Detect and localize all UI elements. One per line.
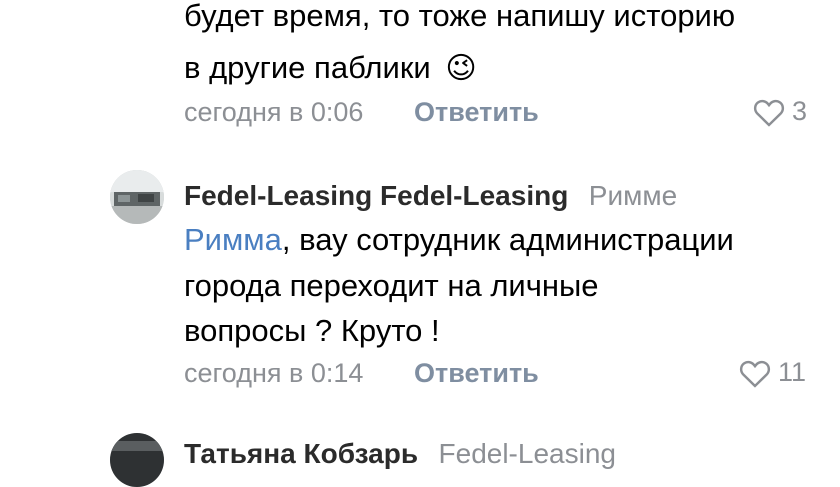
comment-time: сегодня в 0:06	[184, 97, 364, 127]
comment-header: Татьяна Кобзарь Fedel-Leasing	[184, 436, 616, 477]
like-button[interactable]: 11	[738, 357, 806, 388]
comment-text-line: будет время, то тоже напишу историю	[184, 0, 736, 33]
like-count: 3	[792, 96, 808, 126]
avatar[interactable]	[110, 433, 164, 487]
like-count: 11	[778, 357, 807, 387]
reply-button[interactable]: Ответить	[414, 357, 539, 389]
author-name[interactable]: Татьяна Кобзарь	[184, 438, 418, 469]
comment-text-line-2: города переходит на личные	[184, 268, 599, 303]
comment-time: сегодня в 0:14	[184, 358, 364, 388]
like-button[interactable]: 3	[752, 96, 807, 127]
comment-text-line-3: вопросы ? Круто !	[184, 313, 440, 348]
reply-button[interactable]: Ответить	[414, 96, 539, 128]
reply-to[interactable]: Fedel-Leasing	[439, 438, 616, 469]
comment-text: в другие паблики	[184, 50, 431, 85]
photo-avatar-image	[110, 433, 164, 487]
heart-icon	[739, 360, 771, 388]
avatar[interactable]	[110, 170, 164, 224]
heart-icon	[753, 99, 785, 127]
reply-to[interactable]: Римме	[589, 180, 677, 211]
comment-text-line-2: в другие паблики 😉	[184, 46, 477, 91]
author-name[interactable]: Fedel-Leasing Fedel-Leasing	[184, 180, 568, 211]
comment-text-line-1: Римма, вау сотрудник администрации	[184, 218, 734, 262]
photo-avatar-image	[110, 170, 164, 224]
wink-emoji: 😉	[445, 52, 477, 85]
comment-header: Fedel-Leasing Fedel-Leasing Римме	[184, 178, 677, 219]
mention-link[interactable]: Римма	[184, 222, 282, 257]
comment-text: , вау сотрудник администрации	[281, 222, 734, 257]
